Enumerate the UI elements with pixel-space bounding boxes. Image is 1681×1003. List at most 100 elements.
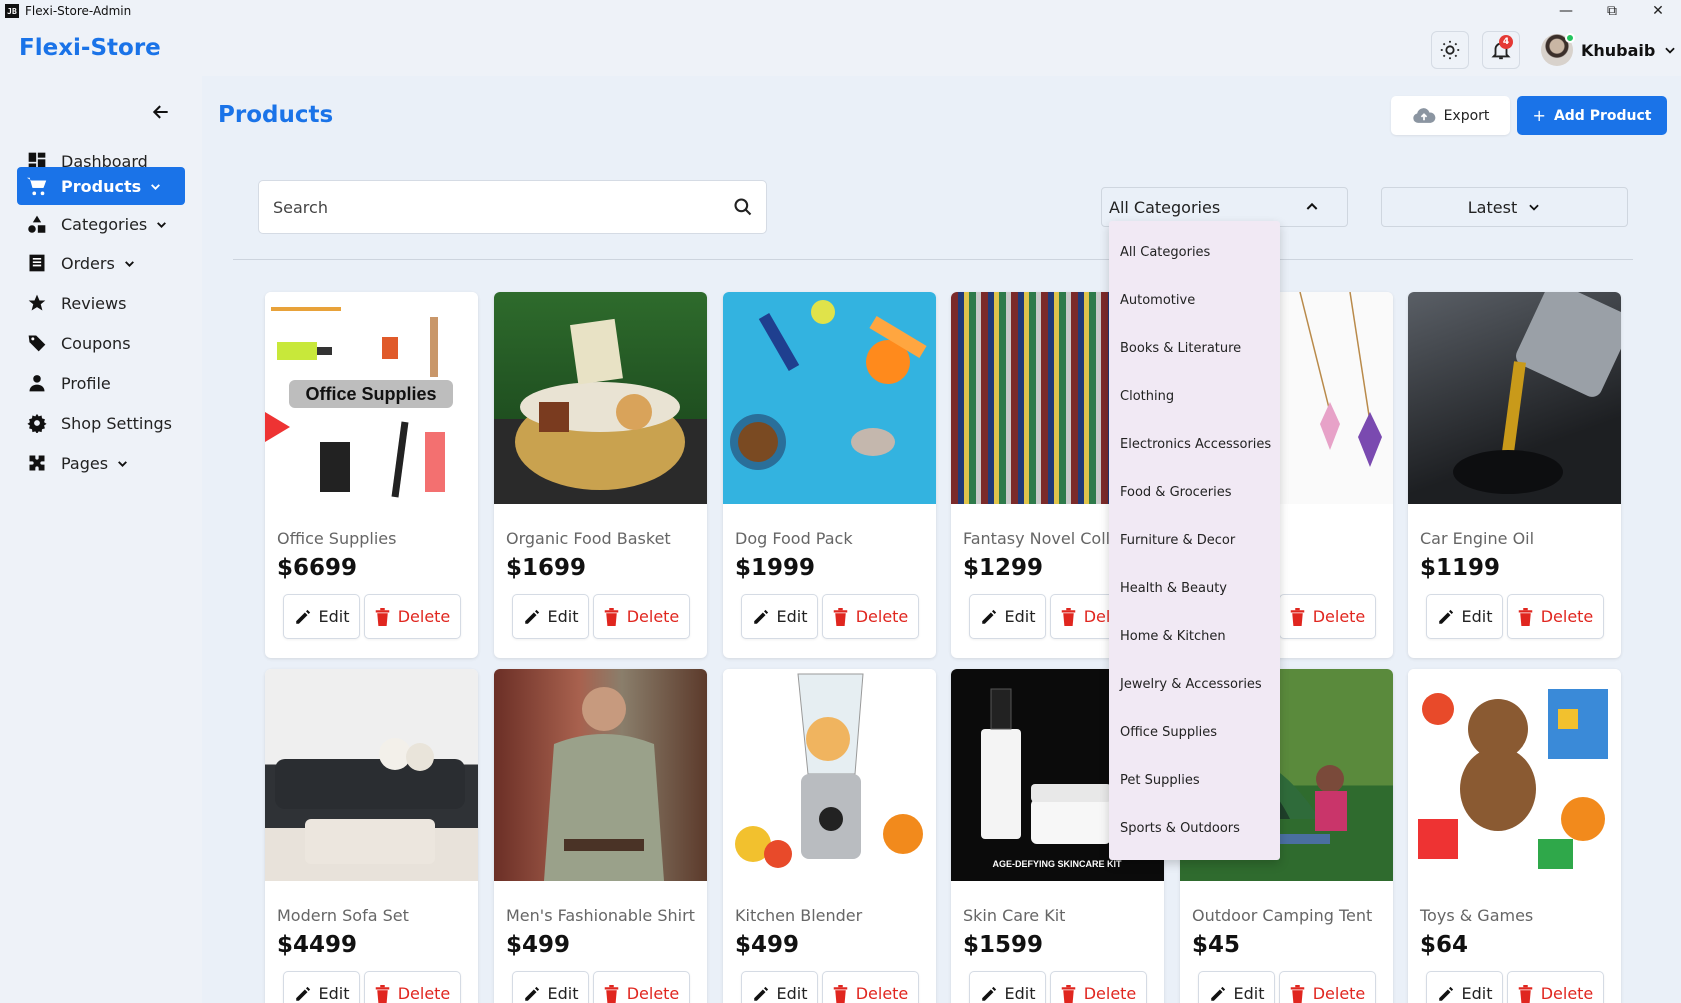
category-option[interactable]: Books & Literature: [1109, 324, 1280, 372]
close-icon[interactable]: ✕: [1635, 0, 1681, 22]
divider: [233, 259, 1633, 260]
page-title: Products: [218, 102, 334, 128]
edit-label: Edit: [776, 984, 808, 1003]
list-icon: [26, 252, 48, 274]
search-field[interactable]: [258, 180, 767, 234]
category-option[interactable]: Automotive: [1109, 276, 1280, 324]
delete-label: Delete: [1540, 607, 1594, 626]
maximize-icon[interactable]: ⧉: [1589, 0, 1635, 22]
edit-label: Edit: [318, 607, 350, 626]
sidebar-item-categories[interactable]: Categories: [17, 205, 185, 243]
edit-button[interactable]: Edit: [1426, 971, 1503, 1003]
edit-button[interactable]: Edit: [741, 971, 818, 1003]
edit-button[interactable]: Edit: [741, 594, 818, 639]
product-card[interactable]: Modern Sofa Set $4499 Edit Delete: [265, 669, 478, 1003]
delete-button[interactable]: Delete: [822, 594, 919, 639]
search-icon[interactable]: [733, 197, 753, 217]
chevron-down-icon: [155, 218, 168, 231]
theme-toggle-button[interactable]: [1431, 31, 1469, 69]
sidebar-item-profile[interactable]: Profile: [17, 364, 185, 402]
add-product-label: Add Product: [1553, 107, 1652, 124]
delete-button[interactable]: Delete: [1507, 594, 1604, 639]
category-option[interactable]: Office Supplies: [1109, 708, 1280, 756]
delete-button[interactable]: Delete: [1507, 971, 1604, 1003]
category-option[interactable]: Home & Kitchen: [1109, 612, 1280, 660]
sidebar: Dashboard Products Categories Orders Rev…: [0, 76, 202, 1003]
category-option[interactable]: Furniture & Decor: [1109, 516, 1280, 564]
brand-logo[interactable]: Flexi-Store: [19, 35, 161, 61]
trash-icon: [375, 607, 389, 626]
category-option[interactable]: Jewelry & Accessories: [1109, 660, 1280, 708]
delete-button[interactable]: Delete: [364, 971, 461, 1003]
chevron-down-icon: [1665, 47, 1676, 54]
edit-button[interactable]: Edit: [512, 594, 589, 639]
sidebar-item-reviews[interactable]: Reviews: [17, 284, 185, 322]
app-icon: JB: [5, 4, 19, 18]
export-button[interactable]: Export: [1391, 96, 1510, 135]
delete-button[interactable]: Delete: [1050, 971, 1147, 1003]
sidebar-item-pages[interactable]: Pages: [17, 444, 185, 482]
category-option[interactable]: Pet Supplies: [1109, 756, 1280, 804]
delete-button[interactable]: Delete: [364, 594, 461, 639]
sidebar-item-coupons[interactable]: Coupons: [17, 324, 185, 362]
product-card[interactable]: Kitchen Blender $499 Edit Delete: [723, 669, 936, 1003]
delete-button[interactable]: Delete: [822, 971, 919, 1003]
online-status-dot: [1565, 33, 1575, 43]
sidebar-item-orders[interactable]: Orders: [17, 244, 185, 282]
edit-label: Edit: [1461, 607, 1493, 626]
delete-label: Delete: [626, 984, 680, 1003]
category-option[interactable]: Electronics Accessories: [1109, 420, 1280, 468]
product-image: [1408, 292, 1621, 504]
add-product-button[interactable]: + Add Product: [1517, 96, 1667, 135]
edit-button[interactable]: Edit: [1426, 594, 1503, 639]
product-image: [723, 669, 936, 881]
product-card[interactable]: Organic Food Basket $1699 Edit Delete: [494, 292, 707, 658]
product-image: [1408, 669, 1621, 881]
pencil-icon: [1210, 986, 1225, 1001]
product-name: Office Supplies: [277, 529, 397, 548]
category-option[interactable]: Clothing: [1109, 372, 1280, 420]
product-card[interactable]: Toys & Games $64 Edit Delete: [1408, 669, 1621, 1003]
category-option[interactable]: All Categories: [1109, 228, 1280, 276]
search-input[interactable]: [273, 181, 713, 233]
product-card[interactable]: Office Supplies Office Supplies $6699 Ed…: [265, 292, 478, 658]
edit-button[interactable]: Edit: [283, 971, 360, 1003]
edit-button[interactable]: Edit: [1198, 971, 1275, 1003]
minimize-icon[interactable]: —: [1543, 0, 1589, 22]
product-card[interactable]: Car Engine Oil $1199 Edit Delete: [1408, 292, 1621, 658]
delete-button[interactable]: Delete: [593, 971, 690, 1003]
sidebar-item-products[interactable]: Products: [17, 167, 185, 205]
product-card[interactable]: Men's Fashionable Shirt $499 Edit Delete: [494, 669, 707, 1003]
arrow-left-icon[interactable]: [151, 102, 171, 122]
sort-select-value: Latest: [1467, 197, 1518, 217]
delete-label: Delete: [397, 607, 451, 626]
user-menu[interactable]: Khubaib: [1541, 32, 1677, 68]
edit-label: Edit: [776, 607, 808, 626]
product-image: [265, 669, 478, 881]
chevron-down-icon: [123, 257, 136, 270]
category-option[interactable]: Health & Beauty: [1109, 564, 1280, 612]
delete-label: Delete: [1312, 984, 1366, 1003]
edit-button[interactable]: Edit: [969, 594, 1046, 639]
edit-button[interactable]: Edit: [283, 594, 360, 639]
category-option[interactable]: Sports & Outdoors: [1109, 804, 1280, 852]
edit-button[interactable]: Edit: [512, 971, 589, 1003]
export-label: Export: [1443, 107, 1490, 124]
edit-label: Edit: [547, 984, 579, 1003]
product-image: [494, 292, 707, 504]
delete-button[interactable]: Delete: [593, 594, 690, 639]
trash-icon: [833, 607, 847, 626]
user-name: Khubaib: [1581, 40, 1656, 60]
product-name: Men's Fashionable Shirt: [506, 906, 695, 925]
category-option[interactable]: Food & Groceries: [1109, 468, 1280, 516]
notifications-button[interactable]: 4: [1482, 31, 1520, 69]
delete-button[interactable]: Delete: [1279, 971, 1376, 1003]
star-icon: [26, 292, 48, 314]
sidebar-item-shop-settings[interactable]: Shop Settings: [17, 404, 185, 442]
edit-button[interactable]: Edit: [969, 971, 1046, 1003]
sort-select[interactable]: Latest: [1381, 187, 1628, 227]
delete-button[interactable]: Delete: [1279, 594, 1376, 639]
product-price: $1199: [1420, 555, 1501, 581]
delete-label: Delete: [626, 607, 680, 626]
product-card[interactable]: Dog Food Pack $1999 Edit Delete: [723, 292, 936, 658]
